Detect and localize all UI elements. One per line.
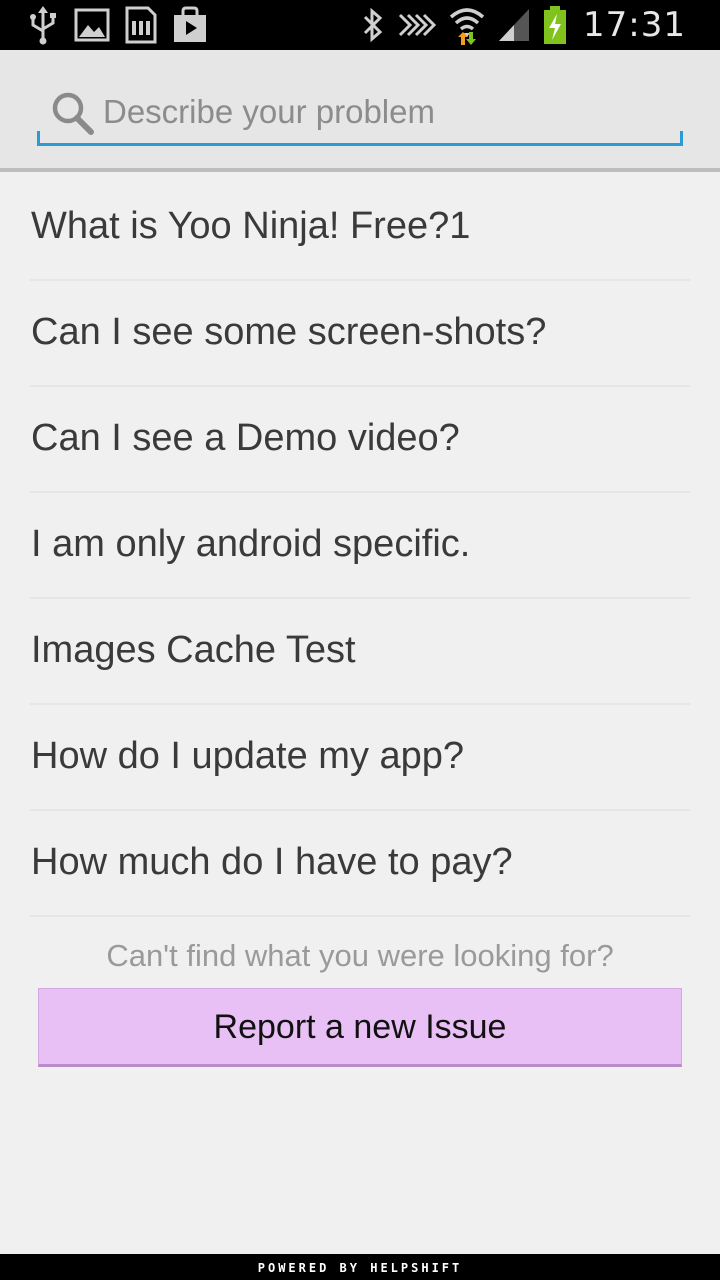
search-header [0,50,720,172]
search-icon [52,92,94,135]
report-issue-button[interactable]: Report a new Issue [38,988,682,1067]
notification-icons [26,0,208,50]
status-bar: 17:31 [0,0,720,50]
powered-by-helpshift: POWERED BY HELPSHIFT [257,1261,463,1275]
faq-item-label: How do I update my app? [31,735,465,777]
play-store-icon [174,6,206,42]
faq-item-label: Can I see a Demo video? [31,417,460,459]
status-clock: 17:31 [583,5,686,45]
battery-charging-icon [544,6,567,44]
footer: POWERED BY HELPSHIFT [0,1254,720,1280]
faq-item-label: What is Yoo Ninja! Free?1 [31,205,471,247]
faq-item-demo-video[interactable]: Can I see a Demo video? [30,387,690,493]
faq-item-what-is-yoo-ninja[interactable]: What is Yoo Ninja! Free?1 [30,175,690,281]
faq-item-how-much-pay[interactable]: How much do I have to pay? [30,811,690,917]
search-input[interactable] [103,86,673,138]
faq-item-label: Can I see some screen-shots? [31,311,547,353]
faq-item-label: I am only android specific. [31,523,471,565]
search-field[interactable] [37,82,683,146]
system-icons: 17:31 [361,0,686,50]
faq-item-label: Images Cache Test [31,629,356,671]
faq-item-android-specific[interactable]: I am only android specific. [30,493,690,599]
faq-list: What is Yoo Ninja! Free?1 Can I see some… [0,175,720,917]
cant-find-prompt: Can't find what you were looking for? [106,938,614,973]
faq-item-screenshots[interactable]: Can I see some screen-shots? [30,281,690,387]
wifi-icon [449,8,485,45]
faq-item-images-cache-test[interactable]: Images Cache Test [30,599,690,705]
nfc-icon [398,13,437,37]
bluetooth-icon [363,7,383,43]
sd-card-icon [125,6,157,44]
faq-item-update-app[interactable]: How do I update my app? [30,705,690,811]
faq-item-label: How much do I have to pay? [31,841,513,883]
usb-icon [30,6,56,45]
image-icon [74,8,110,42]
cell-signal-icon [499,9,530,41]
